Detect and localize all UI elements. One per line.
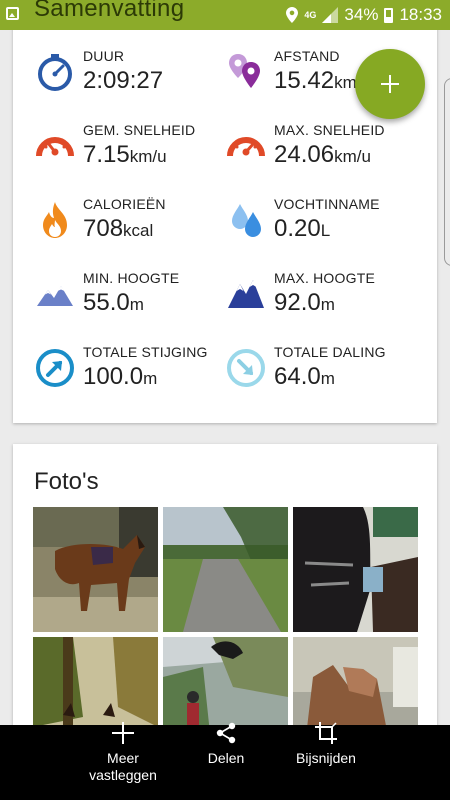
stat-value: 2:09:27 xyxy=(83,67,164,94)
stat-value: 55.0m xyxy=(83,289,144,316)
crop-button[interactable]: Bijsnijden xyxy=(284,722,368,800)
screen-title: Samenvatting xyxy=(34,0,185,22)
status-bar: Samenvatting 4G 34% 18:33 xyxy=(0,0,450,30)
gallery-notification-icon xyxy=(6,7,19,20)
signal-icon xyxy=(322,7,339,23)
stat-label: DUUR xyxy=(83,48,125,64)
water-drops-icon xyxy=(232,204,261,237)
stat-label: TOTALE DALING xyxy=(274,344,386,360)
share-icon xyxy=(216,722,236,744)
stat-label: GEM. SNELHEID xyxy=(83,122,196,138)
share-label: Delen xyxy=(207,750,245,766)
descent-arrow-icon xyxy=(227,349,265,387)
crop-label: Bijsnijden xyxy=(296,750,356,766)
stat-value: 0.20L xyxy=(274,215,331,242)
plus-icon xyxy=(112,722,134,744)
capture-more-label-line2: vastleggen xyxy=(89,767,157,783)
stat-value: 24.06km/u xyxy=(274,141,371,168)
photo-thumbnail[interactable] xyxy=(33,507,158,632)
stat-min-altitude: MIN. HOOGTE 55.0m xyxy=(35,270,235,330)
stat-total-descent: TOTALE DALING 64.0m xyxy=(226,344,426,404)
stat-value: 708kcal xyxy=(83,215,154,242)
stat-value: 64.0m xyxy=(274,363,335,390)
location-icon xyxy=(286,7,299,23)
photos-card: Foto's xyxy=(13,444,437,762)
stat-value: 7.15km/u xyxy=(83,141,167,168)
mountain-low-icon xyxy=(37,286,73,306)
stat-label: TOTALE STIJGING xyxy=(83,344,208,360)
clock: 18:33 xyxy=(399,5,442,24)
crop-icon xyxy=(315,722,337,744)
capture-more-button[interactable]: Meer vastleggen xyxy=(78,722,168,800)
share-button[interactable]: Delen xyxy=(196,722,256,800)
stat-label: MAX. SNELHEID xyxy=(274,122,385,138)
stat-label: MIN. HOOGTE xyxy=(83,270,180,286)
mountain-high-icon xyxy=(228,280,264,308)
stat-value: 15.42km xyxy=(274,67,357,94)
flame-icon xyxy=(43,202,67,238)
stat-fluid: VOCHTINNAME 0.20L xyxy=(226,196,426,256)
battery-icon xyxy=(384,7,394,23)
speedometer-icon xyxy=(36,137,74,157)
stat-avg-speed: GEM. SNELHEID 7.15km/u xyxy=(35,122,235,182)
network-type: 4G xyxy=(304,9,317,20)
bottom-action-bar: Meer vastleggen Delen Bijsnijden xyxy=(0,722,450,800)
add-fab-button[interactable] xyxy=(355,49,425,119)
speedometer-max-icon xyxy=(227,137,265,157)
map-pins-icon xyxy=(229,54,260,88)
stat-calories: CALORIEËN 708kcal xyxy=(35,196,235,256)
stat-value: 92.0m xyxy=(274,289,335,316)
stat-total-ascent: TOTALE STIJGING 100.0m xyxy=(35,344,235,404)
stopwatch-icon xyxy=(38,54,72,91)
ascent-arrow-icon xyxy=(36,349,74,387)
photo-thumbnail[interactable] xyxy=(293,507,418,632)
photos-title: Foto's xyxy=(34,468,99,495)
stat-duration: DUUR 2:09:27 xyxy=(35,48,235,108)
stat-label: VOCHTINNAME xyxy=(274,196,380,212)
side-panel-handle[interactable] xyxy=(444,78,450,266)
stat-max-altitude: MAX. HOOGTE 92.0m xyxy=(226,270,426,330)
stat-label: MAX. HOOGTE xyxy=(274,270,375,286)
stat-label: CALORIEËN xyxy=(83,196,166,212)
capture-more-label-line1: Meer xyxy=(107,750,139,766)
stat-value: 100.0m xyxy=(83,363,158,390)
battery-percentage: 34% xyxy=(344,5,379,24)
stat-max-speed: MAX. SNELHEID 24.06km/u xyxy=(226,122,426,182)
stat-label: AFSTAND xyxy=(274,48,340,64)
status-icons: 4G 34% 18:33 xyxy=(286,4,442,26)
photo-thumbnail[interactable] xyxy=(163,507,288,632)
